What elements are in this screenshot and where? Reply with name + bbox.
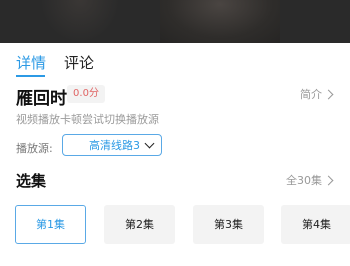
tab-comments[interactable]: 评论	[64, 52, 94, 74]
source-selected-value: 高清线路3	[89, 139, 140, 152]
episode-button-4[interactable]: 第4集	[281, 205, 350, 244]
episode-button-1[interactable]: 第1集	[15, 205, 86, 244]
episode-button-2[interactable]: 第2集	[104, 205, 175, 244]
source-label: 播放源:	[16, 142, 53, 155]
tab-details[interactable]: 详情	[16, 52, 46, 74]
video-player[interactable]	[0, 0, 350, 43]
episodes-title: 选集	[16, 172, 47, 190]
video-frame-figure	[160, 0, 280, 43]
chevron-right-icon	[323, 89, 334, 99]
episodes-count-label: 全30集	[286, 174, 322, 187]
intro-link[interactable]: 简介	[300, 86, 334, 102]
episode-button-3[interactable]: 第3集	[193, 205, 264, 244]
playback-hint: 视频播放卡顿尝试切换播放源	[16, 113, 159, 126]
video-frame-shadow	[40, 0, 120, 43]
show-title: 雁回时	[16, 89, 67, 109]
score-badge: 0.0分	[67, 85, 105, 103]
chevron-right-icon	[323, 175, 334, 185]
all-episodes-link[interactable]: 全30集	[286, 172, 334, 188]
source-select[interactable]: 高清线路3	[62, 134, 162, 156]
active-tab-indicator	[16, 75, 45, 77]
tab-bar: 详情 评论	[16, 52, 94, 74]
intro-label: 简介	[300, 88, 322, 101]
chevron-down-icon	[144, 138, 155, 148]
